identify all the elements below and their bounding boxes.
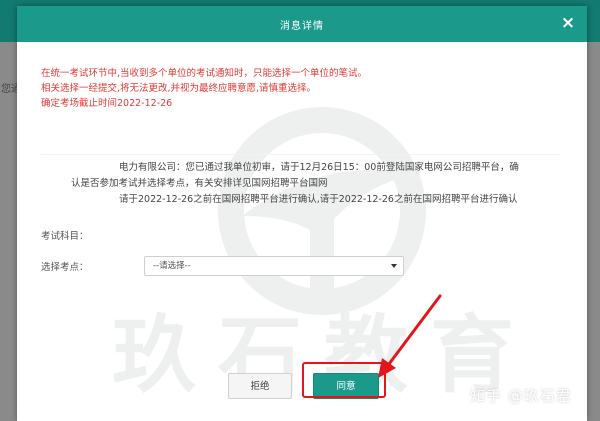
notice-line: 确定考场截止时间2022-12-26 bbox=[41, 98, 173, 109]
notice-line: 在统一考试环节中,当收到多个单位的考试通知时，只能选择一个单位的笔试。 bbox=[41, 68, 368, 79]
exam-site-select-value: --请选择-- bbox=[153, 261, 191, 271]
dialog-title: 消息详情 bbox=[280, 20, 324, 32]
message-line: 请于2022-12-26之前在国网招聘平台进行确认,请于2022-12-26之前… bbox=[119, 194, 518, 205]
dialog-header: 消息详情 × bbox=[17, 6, 587, 42]
agree-button-highlight bbox=[302, 362, 386, 398]
message-line: 认是否参加考试并选择考点，有关安排详见国网招聘平台国网 bbox=[71, 178, 328, 189]
exam-site-select[interactable]: --请选择-- bbox=[144, 256, 404, 276]
message-body: 电力有限公司：您已通过我单位初审，请于12月26日15：00前登陆国家电网公司招… bbox=[41, 160, 561, 208]
reject-button[interactable]: 拒绝 bbox=[228, 373, 292, 399]
notice-line: 相关选择一经提交,将无法更改,并视为最终应聘意愿,请慎重选择。 bbox=[41, 83, 317, 94]
message-detail-dialog: 消息详情 × 玖石教育 在统一考试环节中,当收到多个单位的考试通知时，只能选择一… bbox=[17, 6, 587, 421]
caret-down-icon bbox=[391, 264, 397, 268]
divider bbox=[41, 154, 561, 155]
close-icon[interactable]: × bbox=[559, 14, 577, 32]
message-line: 电力有限公司：您已通过我单位初审，请于12月26日15：00前登陆国家电网公司招… bbox=[119, 162, 519, 173]
source-watermark: 知乎 @玖石君 bbox=[470, 387, 572, 405]
notice-text: 在统一考试环节中,当收到多个单位的考试通知时，只能选择一个单位的笔试。 相关选择… bbox=[41, 66, 561, 111]
exam-site-label: 选择考点： bbox=[41, 262, 89, 273]
exam-subject-label: 考试科目： bbox=[41, 231, 89, 242]
